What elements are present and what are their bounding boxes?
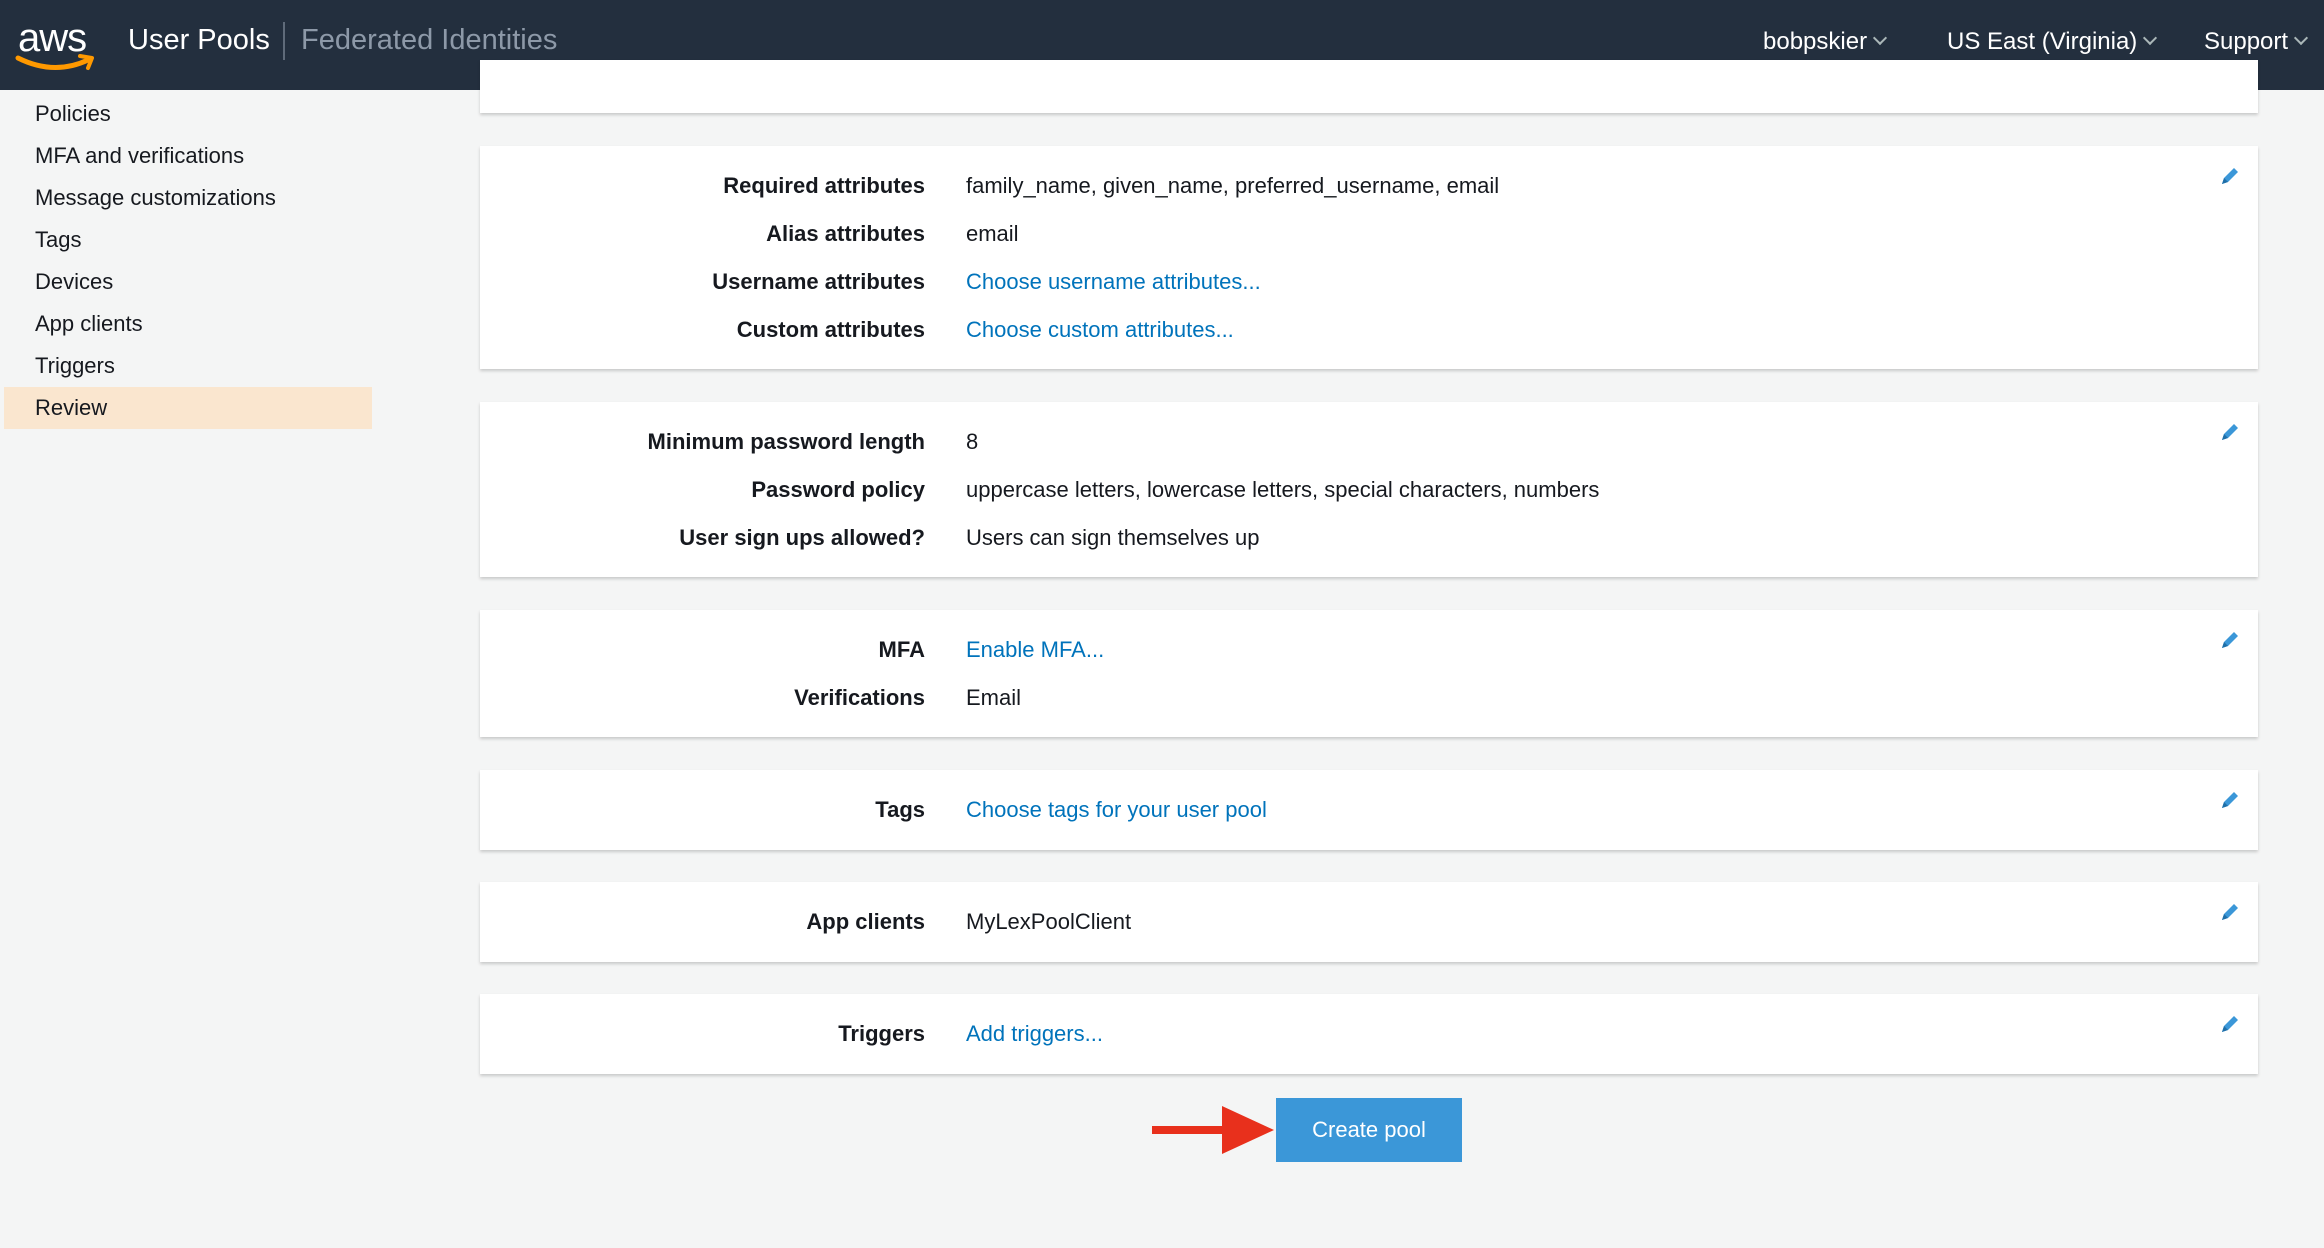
minimum-password-length-row: Minimum password length 8 [480, 422, 2258, 462]
mfa-row: MFA Enable MFA... [480, 630, 2258, 670]
sidebar-item-app-clients[interactable]: App clients [4, 303, 372, 345]
app-clients-value: MyLexPoolClient [966, 909, 1132, 934]
pencil-icon[interactable] [2218, 900, 2242, 924]
mfa-section-card: MFA Enable MFA... Verifications Email [480, 610, 2258, 737]
pencil-icon[interactable] [2218, 164, 2242, 188]
password-policy-value: uppercase letters, lowercase letters, sp… [966, 477, 1600, 502]
choose-custom-attributes-link[interactable]: Choose custom attributes... [966, 310, 1234, 350]
triggers-section-card: Triggers Add triggers... [480, 994, 2258, 1074]
aws-logo[interactable]: aws [14, 16, 98, 76]
previous-section-card [480, 60, 2258, 113]
sidebar-item-label: Policies [35, 101, 111, 126]
sidebar-item-devices[interactable]: Devices [4, 261, 372, 303]
nav-divider [283, 22, 285, 60]
choose-tags-link[interactable]: Choose tags for your user pool [966, 790, 1267, 830]
sidebar-item-label: MFA and verifications [35, 143, 245, 168]
choose-username-attributes-link[interactable]: Choose username attributes... [966, 262, 1261, 302]
required-attributes-value: family_name, given_name, preferred_usern… [966, 173, 1500, 198]
verifications-label: Verifications [794, 685, 925, 710]
password-policy-row: Password policy uppercase letters, lower… [480, 470, 2258, 510]
sidebar-item-review[interactable]: Review [4, 387, 372, 429]
sidebar-item-tags[interactable]: Tags [4, 219, 372, 261]
minimum-password-length-value: 8 [966, 429, 979, 454]
region-menu[interactable]: US East (Virginia) [1947, 28, 2158, 56]
region-menu-label: US East (Virginia) [1947, 28, 2138, 55]
password-policy-label: Password policy [751, 477, 925, 502]
sidebar-item-label: Review [35, 395, 108, 420]
chevron-down-icon [2143, 30, 2158, 46]
mfa-label: MFA [878, 637, 925, 662]
chevron-down-icon [2293, 30, 2309, 46]
sidebar-item-mfa-and-verifications[interactable]: MFA and verifications [4, 135, 372, 177]
username-attributes-label: Username attributes [712, 269, 925, 294]
app-clients-row: App clients MyLexPoolClient [480, 902, 2258, 942]
pencil-icon[interactable] [2218, 1012, 2242, 1036]
create-pool-button[interactable]: Create pool [1276, 1098, 1462, 1162]
attributes-section-card: Required attributes family_name, given_n… [480, 146, 2258, 369]
verifications-row: Verifications Email [480, 678, 2258, 718]
sidebar-item-label: App clients [35, 311, 143, 336]
pencil-icon[interactable] [2218, 628, 2242, 652]
sidebar-item-triggers[interactable]: Triggers [4, 345, 372, 387]
account-menu[interactable]: bobpskier [1763, 28, 1888, 56]
tags-label: Tags [875, 797, 925, 822]
sidebar-item-message-customizations[interactable]: Message customizations [4, 177, 372, 219]
pencil-icon[interactable] [2218, 788, 2242, 812]
account-menu-label: bobpskier [1763, 28, 1868, 55]
sidebar-item-label: Devices [35, 269, 114, 294]
app-clients-label: App clients [806, 909, 925, 934]
alias-attributes-label: Alias attributes [766, 221, 925, 246]
alias-attributes-value: email [966, 221, 1019, 246]
support-menu-label: Support [2204, 28, 2289, 55]
minimum-password-length-label: Minimum password length [647, 429, 925, 454]
aws-smile-icon [15, 54, 94, 71]
chevron-down-icon [1872, 30, 1888, 46]
user-pools-nav-link[interactable]: User Pools [128, 24, 270, 57]
app-clients-section-card: App clients MyLexPoolClient [480, 882, 2258, 962]
user-sign-ups-value: Users can sign themselves up [966, 525, 1260, 550]
add-triggers-link[interactable]: Add triggers... [966, 1014, 1103, 1054]
enable-mfa-link[interactable]: Enable MFA... [966, 630, 1104, 670]
required-attributes-label: Required attributes [723, 173, 925, 198]
tags-section-card: Tags Choose tags for your user pool [480, 770, 2258, 850]
user-sign-ups-label: User sign ups allowed? [679, 525, 925, 550]
sidebar-item-label: Message customizations [35, 185, 276, 210]
required-attributes-row: Required attributes family_name, given_n… [480, 166, 2258, 206]
triggers-label: Triggers [838, 1021, 925, 1046]
user-sign-ups-row: User sign ups allowed? Users can sign th… [480, 518, 2258, 558]
pencil-icon[interactable] [2218, 420, 2242, 444]
policies-section-card: Minimum password length 8 Password polic… [480, 402, 2258, 577]
custom-attributes-row: Custom attributes Choose custom attribut… [480, 310, 2258, 350]
sidebar-item-label: Triggers [35, 353, 115, 378]
triggers-row: Triggers Add triggers... [480, 1014, 2258, 1054]
alias-attributes-row: Alias attributes email [480, 214, 2258, 254]
sidebar-item-label: Tags [35, 227, 82, 252]
custom-attributes-label: Custom attributes [736, 317, 925, 342]
support-menu[interactable]: Support [2204, 28, 2309, 56]
tags-row: Tags Choose tags for your user pool [480, 790, 2258, 830]
username-attributes-row: Username attributes Choose username attr… [480, 262, 2258, 302]
federated-identities-nav-link[interactable]: Federated Identities [301, 24, 557, 57]
sidebar-item-policies[interactable]: Policies [4, 93, 372, 135]
verifications-value: Email [966, 685, 1022, 710]
red-arrow-icon [1152, 1106, 1274, 1154]
